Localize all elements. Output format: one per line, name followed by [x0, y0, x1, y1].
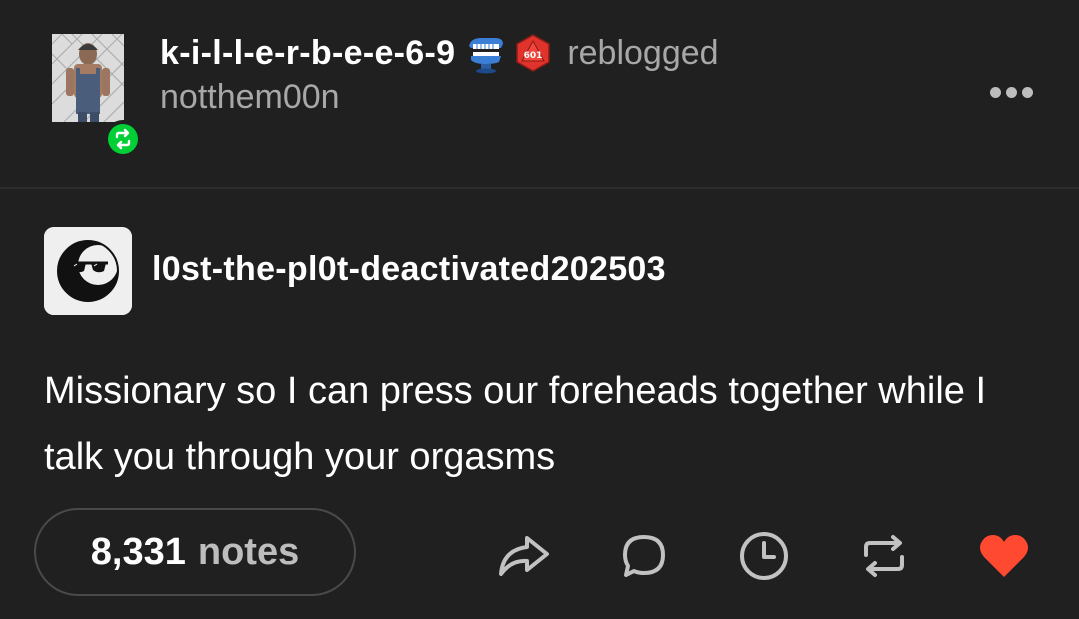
original-poster-avatar[interactable]: [44, 227, 132, 315]
share-icon[interactable]: [496, 528, 552, 584]
more-options-icon[interactable]: [990, 82, 1040, 102]
reblogger-username[interactable]: k-i-l-l-e-r-b-e-e-6-9: [160, 34, 455, 73]
more-dot: [1022, 86, 1033, 98]
d20-die-badge-icon[interactable]: 601: [513, 33, 553, 73]
post-body-text: Missionary so I can press our foreheads …: [44, 370, 987, 478]
header-divider: [0, 187, 1079, 189]
reblogged-label: reblogged: [567, 33, 719, 72]
reblog-badge-icon: [108, 124, 138, 154]
post-card: k-i-l-l-e-r-b-e-e-6-9 601 reblogged nott…: [0, 0, 1079, 619]
reblog-badge: [104, 120, 142, 158]
reblogged-from-username[interactable]: notthem00n: [160, 78, 340, 117]
reply-icon[interactable]: [616, 528, 672, 584]
reblog-icon[interactable]: [856, 528, 912, 584]
like-icon[interactable]: [976, 528, 1032, 584]
reblog-attribution: k-i-l-l-e-r-b-e-e-6-9 601 reblogged: [160, 30, 719, 76]
original-poster-username[interactable]: l0st-the-pl0t-deactivated202503: [152, 250, 666, 289]
more-dot: [1006, 86, 1017, 98]
d20-label: 601: [524, 51, 543, 61]
post-header: k-i-l-l-e-r-b-e-e-6-9 601 reblogged nott…: [0, 0, 1079, 187]
notes-count: 8,331: [90, 530, 186, 573]
more-dot: [990, 86, 1001, 98]
queue-icon[interactable]: [736, 528, 792, 584]
reblogger-avatar[interactable]: [52, 34, 124, 122]
notes-button[interactable]: 8,331 notes: [34, 508, 356, 596]
chattering-teeth-badge-icon[interactable]: [465, 32, 507, 74]
notes-label: notes: [197, 530, 300, 573]
